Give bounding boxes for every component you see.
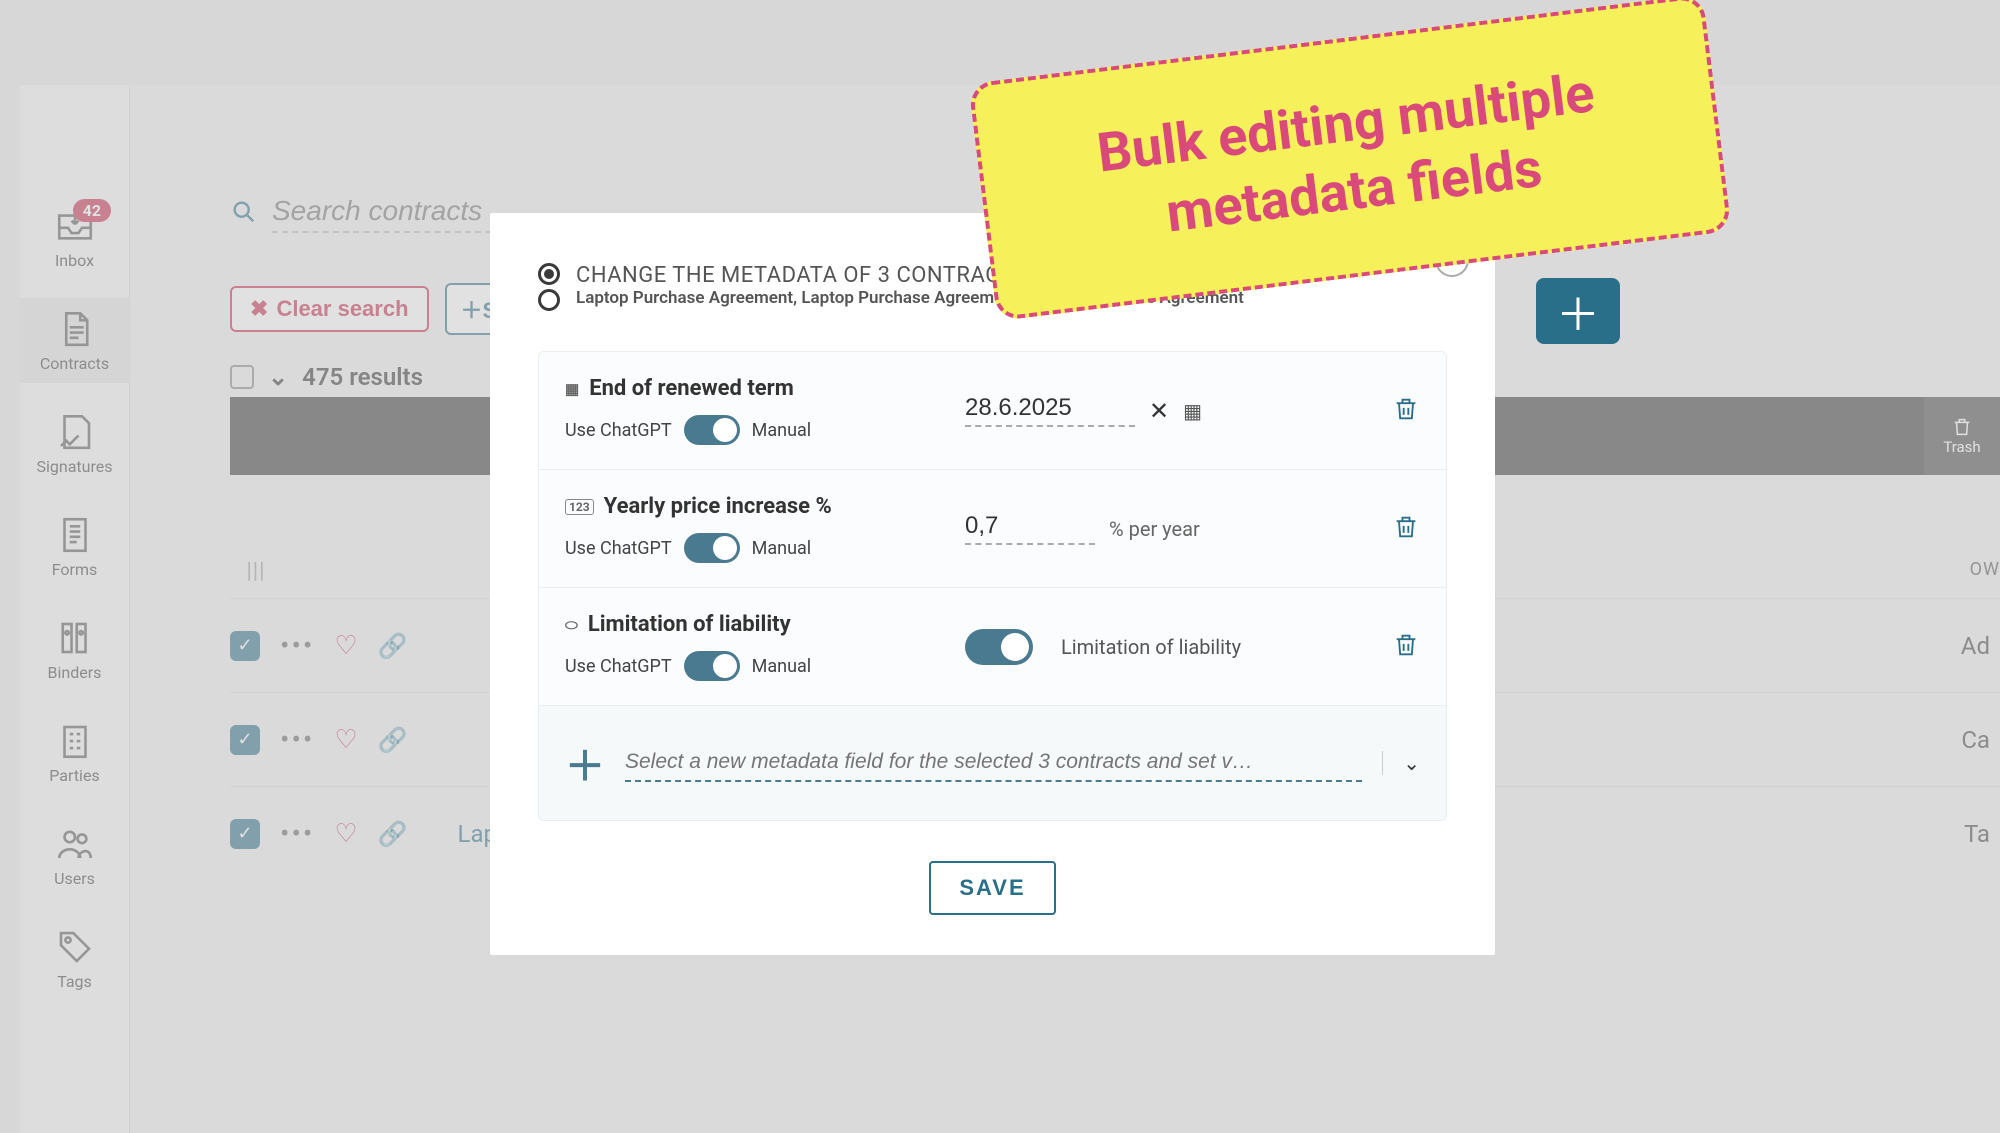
metadata-row-number: 123 Yearly price increase % Use ChatGPT … bbox=[539, 470, 1446, 588]
calendar-picker-icon[interactable]: ▦ bbox=[1183, 399, 1202, 423]
radio-group bbox=[538, 263, 560, 311]
add-metadata-row: ＋ ⌄ bbox=[539, 706, 1446, 820]
field-label: 123 Yearly price increase % bbox=[565, 494, 965, 519]
calendar-icon: ▦ bbox=[565, 380, 579, 398]
save-button[interactable]: SAVE bbox=[929, 861, 1055, 915]
number-input[interactable] bbox=[965, 512, 1095, 545]
manual-label: Manual bbox=[752, 538, 812, 559]
dropdown-chevron-icon[interactable]: ⌄ bbox=[1382, 751, 1420, 775]
unit-suffix: % per year bbox=[1109, 517, 1200, 541]
radio-filled-icon[interactable] bbox=[538, 263, 560, 285]
manual-toggle[interactable] bbox=[684, 415, 740, 445]
metadata-row-date: ▦ End of renewed term Use ChatGPT Manual… bbox=[539, 352, 1446, 470]
add-button[interactable]: ＋ bbox=[1536, 278, 1620, 344]
toggle-icon: ⬭ bbox=[565, 616, 578, 634]
gpt-label: Use ChatGPT bbox=[565, 656, 672, 677]
manual-label: Manual bbox=[752, 656, 812, 677]
remove-field-button[interactable] bbox=[1392, 512, 1420, 546]
number-icon: 123 bbox=[565, 499, 594, 515]
field-label: ⬭ Limitation of liability bbox=[565, 612, 965, 637]
gpt-label: Use ChatGPT bbox=[565, 538, 672, 559]
remove-field-button[interactable] bbox=[1392, 394, 1420, 428]
gpt-label: Use ChatGPT bbox=[565, 420, 672, 441]
boolean-label: Limitation of liability bbox=[1061, 635, 1241, 659]
clear-icon[interactable]: ✕ bbox=[1149, 397, 1169, 425]
radio-empty-icon[interactable] bbox=[538, 289, 560, 311]
bulk-edit-modal: ✕ CHANGE THE METADATA OF 3 CONTRACTS Lap… bbox=[490, 213, 1495, 955]
manual-label: Manual bbox=[752, 420, 812, 441]
boolean-toggle[interactable] bbox=[965, 629, 1033, 665]
manual-toggle[interactable] bbox=[684, 533, 740, 563]
metadata-field-select[interactable] bbox=[625, 744, 1362, 782]
manual-toggle[interactable] bbox=[684, 651, 740, 681]
metadata-row-bool: ⬭ Limitation of liability Use ChatGPT Ma… bbox=[539, 588, 1446, 706]
add-field-button[interactable]: ＋ bbox=[565, 734, 605, 792]
remove-field-button[interactable] bbox=[1392, 630, 1420, 664]
field-label: ▦ End of renewed term bbox=[565, 376, 965, 401]
date-input[interactable] bbox=[965, 394, 1135, 427]
metadata-list: ▦ End of renewed term Use ChatGPT Manual… bbox=[538, 351, 1447, 821]
